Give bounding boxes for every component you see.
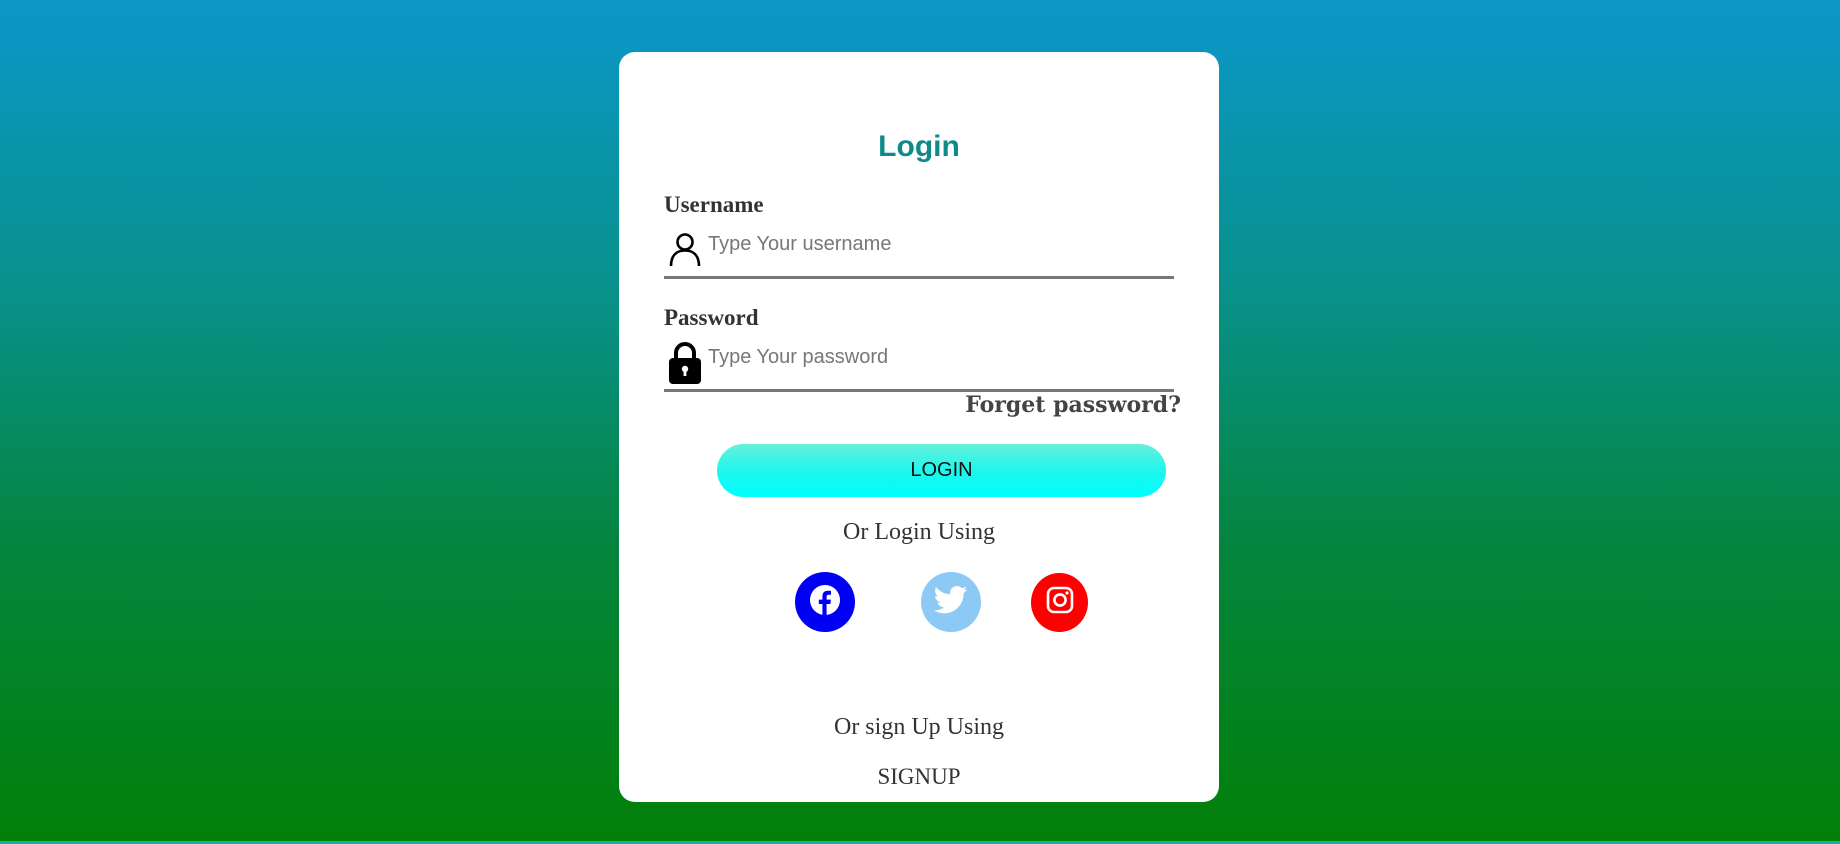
forget-password-link[interactable]: Forget password? — [965, 392, 1181, 418]
username-field-wrapper — [664, 223, 1174, 279]
twitter-button[interactable] — [921, 572, 981, 632]
instagram-button[interactable] — [1031, 573, 1088, 632]
username-input[interactable] — [708, 227, 1158, 261]
username-label: Username — [664, 192, 764, 217]
instagram-icon — [1046, 586, 1074, 619]
password-input[interactable] — [708, 340, 1158, 374]
or-signup-using-text: Or sign Up Using — [833, 714, 1004, 740]
facebook-button[interactable] — [795, 572, 855, 632]
page-title: Login — [878, 130, 960, 163]
or-login-using-text: Or Login Using — [843, 519, 995, 545]
login-button[interactable]: LOGIN — [717, 444, 1166, 497]
twitter-icon — [933, 585, 968, 620]
user-icon — [668, 231, 702, 267]
signup-link[interactable]: SIGNUP — [619, 764, 1219, 790]
password-field-wrapper — [664, 336, 1174, 392]
password-label: Password — [664, 305, 759, 330]
lock-icon — [668, 340, 702, 384]
facebook-icon — [809, 584, 841, 621]
login-card: Login Username Password Forget password?… — [619, 52, 1219, 802]
